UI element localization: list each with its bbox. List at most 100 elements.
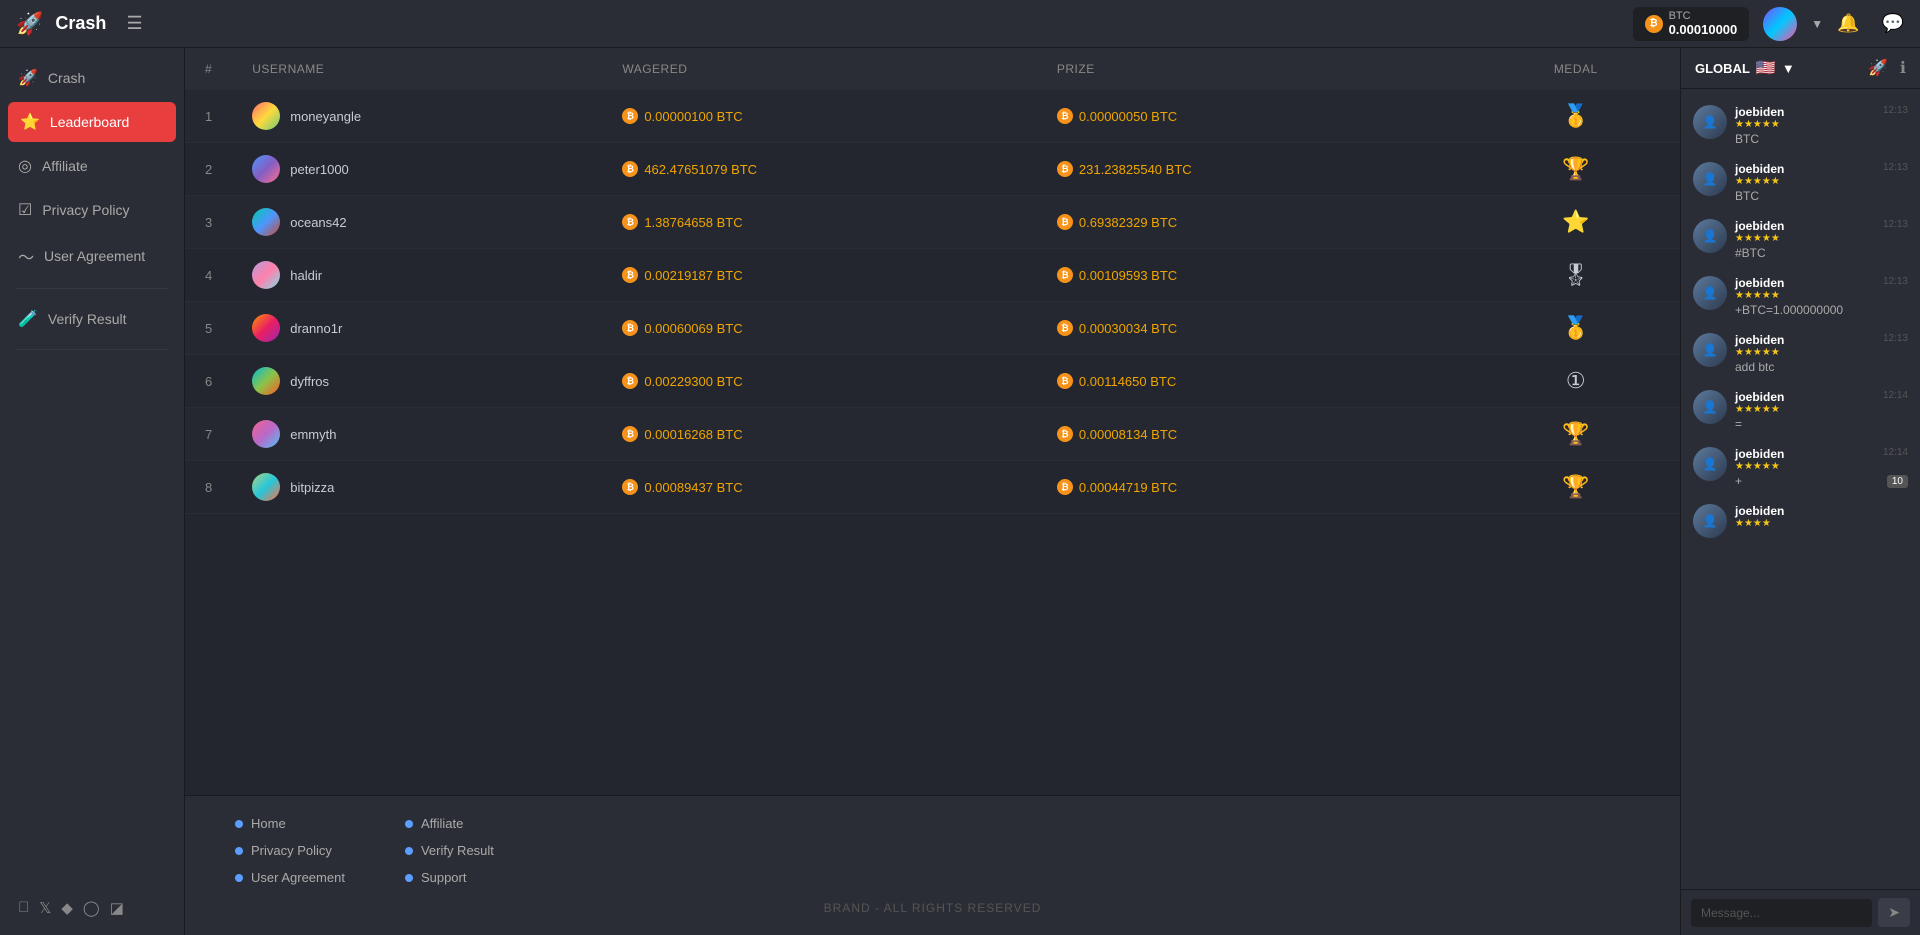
sidebar-item-agreement[interactable]: 〜 User Agreement — [0, 232, 184, 280]
sidebar-item-leaderboard[interactable]: ⭐ Leaderboard — [8, 102, 176, 142]
table-header: # Username Wagered Prize Medal — [185, 48, 1680, 90]
rank-1: 1 — [185, 90, 232, 143]
sidebar-label-leaderboard: Leaderboard — [50, 114, 129, 130]
twitter-icon[interactable]: 𝕏 — [39, 899, 51, 917]
chat-username: joebiden — [1735, 162, 1784, 176]
user-avatar[interactable] — [1763, 7, 1797, 41]
avatar-dropdown-chevron[interactable]: ▼ — [1811, 17, 1823, 31]
rocket-icon[interactable]: 🚀 — [1868, 58, 1888, 78]
chat-time: 12:14 — [1883, 447, 1908, 458]
user-cell-8: bitpizza — [232, 461, 602, 514]
user-cell-1: moneyangle — [232, 90, 602, 143]
medal-3: ⭐ — [1471, 196, 1680, 249]
username-4: haldir — [290, 268, 322, 283]
sidebar-item-affiliate[interactable]: ◎ Affiliate — [0, 144, 184, 188]
col-username: Username — [232, 48, 602, 90]
footer-link-support[interactable]: Support — [405, 870, 494, 885]
chat-username: joebiden — [1735, 333, 1784, 347]
rank-7: 7 — [185, 408, 232, 461]
coin-icon: ₿ — [622, 320, 638, 336]
user-cell-5: dranno1r — [232, 302, 602, 355]
footer-affiliate-label: Affiliate — [421, 816, 463, 831]
username-2: peter1000 — [290, 162, 349, 177]
chat-stars: ★★★★★ — [1735, 290, 1784, 301]
avatar-7 — [252, 420, 280, 448]
crash-icon: 🚀 — [18, 68, 38, 88]
coin-icon: ₿ — [622, 479, 638, 495]
avatar-3 — [252, 208, 280, 236]
sidebar-label-agreement: User Agreement — [44, 248, 145, 264]
sidebar-item-privacy[interactable]: ☑ Privacy Policy — [0, 188, 184, 232]
chat-message: 👤 joebiden ★★★★★ 12:13 +BTC=1.000000000 — [1681, 268, 1920, 325]
username-1: moneyangle — [290, 109, 361, 124]
chat-header-icons: 🚀 ℹ — [1868, 58, 1906, 78]
chat-avatar: 👤 — [1693, 390, 1727, 424]
chat-text: +BTC=1.000000000 — [1735, 303, 1908, 317]
chat-messages: 👤 joebiden ★★★★★ 12:13 BTC 👤 — [1681, 89, 1920, 889]
coin-icon: ₿ — [1057, 479, 1073, 495]
chat-input-area: ➤ — [1681, 889, 1920, 935]
footer-link-home[interactable]: Home — [235, 816, 345, 831]
footer-links: Home Privacy Policy User Agreement Affil… — [235, 816, 1630, 885]
prize-5: ₿ 0.00030034 BTC — [1037, 302, 1472, 355]
user-cell-6: dyffros — [232, 355, 602, 408]
logo-icon: 🚀 — [16, 11, 43, 37]
wagered-6: ₿ 0.00229300 BTC — [602, 355, 1037, 408]
coin-icon: ₿ — [622, 108, 638, 124]
chat-text: = — [1735, 417, 1908, 431]
footer-brand: BRAND - ALL RIGHTS RESERVED — [235, 901, 1630, 915]
user-cell-3: oceans42 — [232, 196, 602, 249]
instagram-icon[interactable]: ◯ — [83, 899, 100, 917]
username-5: dranno1r — [290, 321, 342, 336]
rank-2: 2 — [185, 143, 232, 196]
footer-col-2: Affiliate Verify Result Support — [405, 816, 494, 885]
chat-avatar: 👤 — [1693, 333, 1727, 367]
rank-8: 8 — [185, 461, 232, 514]
table-row: 3 oceans42 ₿ 1.38764658 BTC — [185, 196, 1680, 249]
username-7: emmyth — [290, 427, 336, 442]
coin-icon: ₿ — [622, 373, 638, 389]
discord-icon[interactable]: ◆ — [61, 899, 73, 917]
notifications-bell-icon[interactable]: 🔔 — [1837, 13, 1859, 34]
chat-global-label[interactable]: GLOBAL 🇺🇸 ▼ — [1695, 58, 1795, 78]
avatar-1 — [252, 102, 280, 130]
hamburger-button[interactable]: ☰ — [126, 13, 142, 34]
avatar-4 — [252, 261, 280, 289]
user-cell-7: emmyth — [232, 408, 602, 461]
footer-link-verify[interactable]: Verify Result — [405, 843, 494, 858]
link-dot — [235, 847, 243, 855]
footer-link-agreement[interactable]: User Agreement — [235, 870, 345, 885]
coin-icon: ₿ — [1057, 373, 1073, 389]
sidebar: 🚀 Crash ⭐ Leaderboard ◎ Affiliate ☑ Priv… — [0, 48, 185, 935]
sidebar-divider — [16, 288, 168, 289]
chat-stars: ★★★★★ — [1735, 347, 1784, 358]
chat-time: 12:13 — [1883, 105, 1908, 116]
prize-4: ₿ 0.00109593 BTC — [1037, 249, 1472, 302]
footer-link-affiliate[interactable]: Affiliate — [405, 816, 494, 831]
table-row: 5 dranno1r ₿ 0.00060069 BTC — [185, 302, 1680, 355]
chat-toggle-button[interactable]: 💬 — [1882, 13, 1904, 34]
table-row: 6 dyffros ₿ 0.00229300 BTC — [185, 355, 1680, 408]
facebook-icon[interactable]:  — [18, 899, 29, 917]
chat-username: joebiden — [1735, 447, 1784, 461]
chat-avatar: 👤 — [1693, 276, 1727, 310]
footer-link-privacy[interactable]: Privacy Policy — [235, 843, 345, 858]
table-body: 1 moneyangle ₿ 0.00000100 BTC — [185, 90, 1680, 514]
chat-send-button[interactable]: ➤ — [1878, 898, 1910, 927]
chat-message: 👤 joebiden ★★★★★ 12:13 BTC — [1681, 154, 1920, 211]
wagered-3: ₿ 1.38764658 BTC — [602, 196, 1037, 249]
chat-message-input[interactable] — [1691, 899, 1872, 927]
coin-icon: ₿ — [622, 426, 638, 442]
chat-stars: ★★★★★ — [1735, 461, 1784, 472]
sidebar-item-crash[interactable]: 🚀 Crash — [0, 56, 184, 100]
sidebar-item-verify[interactable]: 🧪 Verify Result — [0, 297, 184, 341]
btc-balance: ₿ BTC 0.00010000 — [1633, 7, 1750, 41]
chat-dropdown-chevron[interactable]: ▼ — [1782, 61, 1795, 76]
footer: Home Privacy Policy User Agreement Affil… — [185, 795, 1680, 935]
rank-4: 4 — [185, 249, 232, 302]
other-icon[interactable]: ◪ — [110, 899, 124, 917]
info-icon[interactable]: ℹ — [1900, 58, 1906, 78]
chat-username: joebiden — [1735, 504, 1784, 518]
medal-5: 🥇 — [1471, 302, 1680, 355]
footer-support-label: Support — [421, 870, 467, 885]
